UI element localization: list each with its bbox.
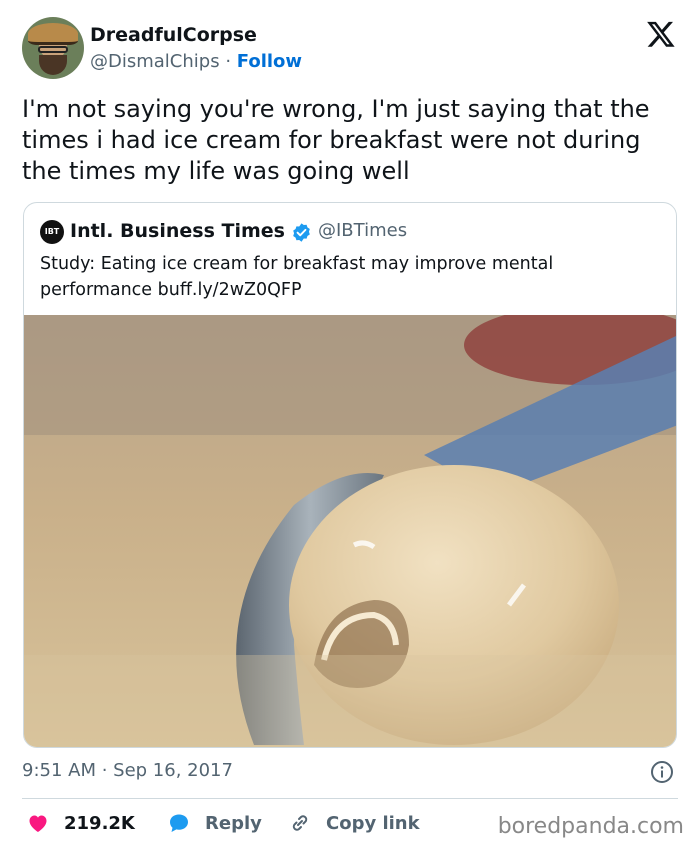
heart-icon <box>29 815 47 832</box>
reply-label: Reply <box>205 812 262 834</box>
author-handle-line: @DismalChips · Follow <box>90 51 302 72</box>
ice-cream-scoop-photo[interactable] <box>24 315 677 748</box>
watermark: boredpanda.com <box>497 814 684 839</box>
author-name[interactable]: DreadfulCorpse <box>90 24 257 46</box>
quoted-tweet-text: Study: Eating ice cream for breakfast ma… <box>40 254 554 300</box>
tweet-header: DreadfulCorpse @DismalChips · Follow <box>22 17 678 81</box>
x-logo-icon[interactable] <box>646 19 676 49</box>
divider <box>22 798 678 799</box>
tweet-text: I'm not saying you're wrong, I'm just sa… <box>22 95 650 185</box>
follow-button[interactable]: Follow <box>237 51 302 72</box>
reply-button[interactable]: Reply <box>167 808 262 838</box>
copy-link-label: Copy link <box>326 812 420 834</box>
quoted-avatar[interactable]: IBT <box>40 220 64 244</box>
info-icon[interactable] <box>650 760 674 784</box>
verified-badge-icon <box>293 223 310 242</box>
tweet-timestamp[interactable]: 9:51 AM · Sep 16, 2017 <box>22 760 233 781</box>
avatar[interactable] <box>22 17 84 79</box>
copy-link-button[interactable]: Copy link <box>288 808 420 838</box>
like-count: 219.2K <box>64 812 135 834</box>
quoted-author-handle[interactable]: @IBTimes <box>318 220 407 241</box>
author-handle[interactable]: @DismalChips <box>90 51 220 72</box>
quoted-author-name[interactable]: Intl. Business Times <box>70 220 285 242</box>
like-button[interactable]: 219.2K <box>26 808 135 838</box>
separator: · <box>219 51 237 72</box>
reply-bubble-icon <box>170 814 188 832</box>
quoted-tweet-card[interactable]: IBT Intl. Business Times @IBTimes Study:… <box>23 202 677 748</box>
link-icon <box>292 815 308 831</box>
